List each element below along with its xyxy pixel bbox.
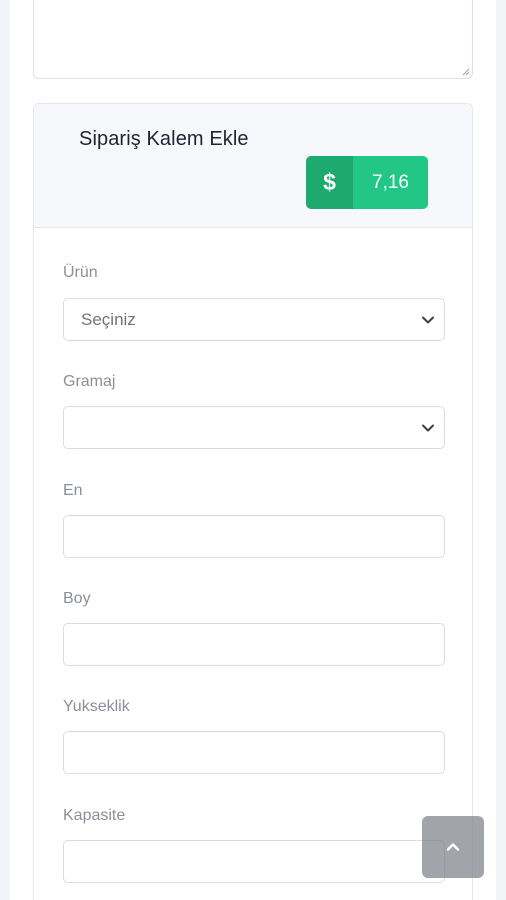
kapasite-input[interactable] — [63, 840, 445, 883]
dollar-icon: $ — [306, 156, 353, 209]
yukseklik-input[interactable] — [63, 731, 445, 774]
kapasite-label: Kapasite — [63, 807, 126, 824]
card-title: Sipariş Kalem Ekle — [79, 128, 249, 150]
en-input[interactable] — [63, 515, 445, 558]
card-header: Sipariş Kalem Ekle $ 7,16 — [34, 104, 472, 228]
urun-label: Ürün — [63, 264, 98, 281]
scroll-to-top-button[interactable] — [422, 816, 484, 878]
urun-selected-value: Seçiniz — [81, 310, 136, 329]
urun-select[interactable]: Seçiniz — [63, 298, 445, 341]
chevron-down-icon — [422, 424, 434, 432]
yukseklik-label: Yukseklik — [63, 698, 130, 715]
notes-textarea[interactable] — [33, 0, 473, 79]
chevron-down-icon — [422, 316, 434, 324]
page: Sipariş Kalem Ekle $ 7,16 Ürün Seçiniz G… — [0, 0, 506, 900]
boy-input[interactable] — [63, 623, 445, 666]
gramaj-label: Gramaj — [63, 373, 116, 390]
chevron-up-icon — [446, 843, 460, 851]
resize-grip-icon[interactable] — [462, 68, 470, 76]
boy-label: Boy — [63, 590, 91, 607]
price-badge: $ 7,16 — [306, 156, 428, 209]
en-label: En — [63, 482, 83, 499]
gramaj-select[interactable] — [63, 406, 445, 449]
price-value: 7,16 — [353, 156, 428, 209]
order-item-card: Sipariş Kalem Ekle $ 7,16 Ürün Seçiniz G… — [33, 103, 473, 900]
